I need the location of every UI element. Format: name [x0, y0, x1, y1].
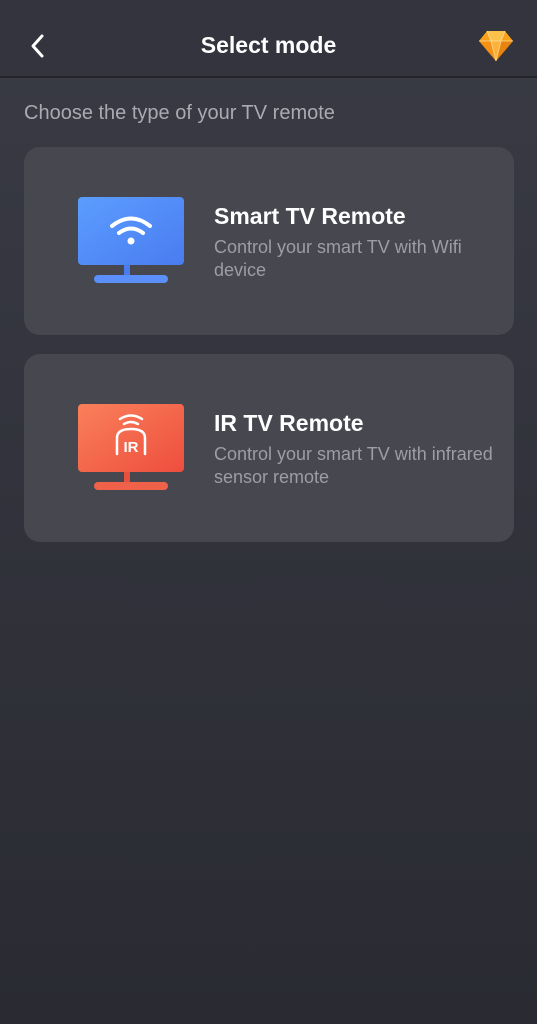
- smart-tv-remote-description: Control your smart TV with Wifi device: [214, 237, 462, 280]
- diamond-icon: [479, 30, 513, 62]
- back-button[interactable]: [22, 28, 58, 64]
- chevron-left-icon: [31, 34, 44, 58]
- smart-tv-remote-title: Smart TV Remote: [214, 203, 406, 229]
- app-header: Select mode: [0, 0, 537, 78]
- ir-tv-icon: IR: [78, 404, 184, 490]
- smart-tv-wifi-icon: [78, 197, 184, 283]
- ir-icon-text: IR: [124, 439, 139, 456]
- choose-type-label: Choose the type of your TV remote: [24, 102, 335, 124]
- ir-tv-remote-description: Control your smart TV with infrared sens…: [214, 444, 493, 487]
- ir-tv-remote-title: IR TV Remote: [214, 410, 364, 436]
- page-title: Select mode: [200, 32, 337, 58]
- ir-tv-remote-option[interactable]: IR IR TV Remote Control your smart TV wi…: [24, 354, 514, 542]
- smart-tv-remote-option[interactable]: Smart TV Remote Control your smart TV wi…: [24, 147, 514, 335]
- premium-button[interactable]: [477, 26, 515, 64]
